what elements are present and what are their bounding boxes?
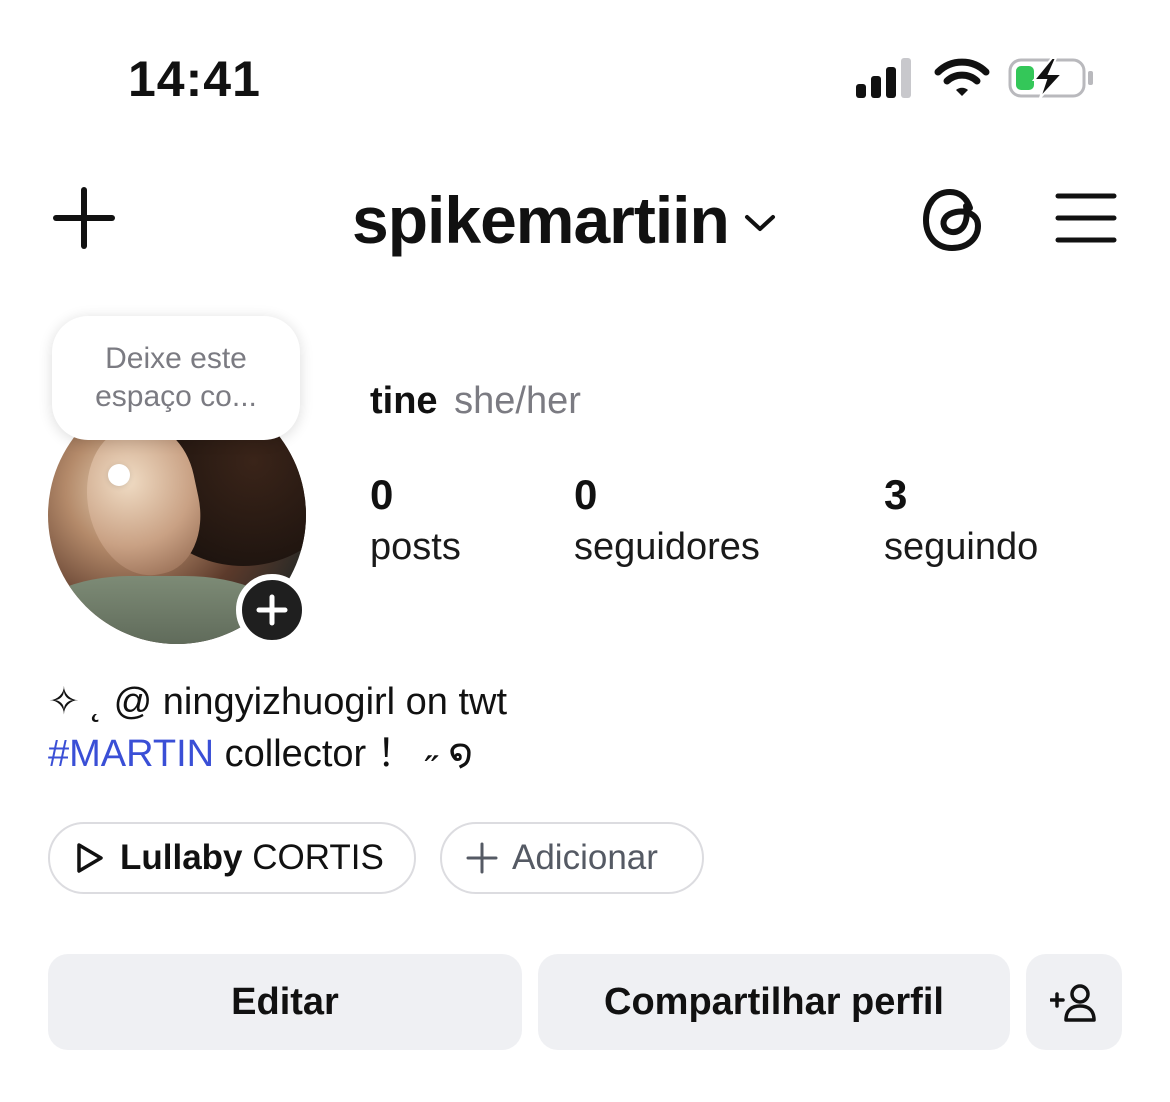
music-artist: CORTIS [252,838,384,877]
profile-bio: ✧ ˛ @ ningyizhuogirl on twt #MARTIN coll… [48,676,507,780]
stat-label: posts [370,526,461,568]
stat-value: 0 [574,471,598,518]
status-time: 14:41 [128,51,261,107]
profile-pronouns: she/her [454,380,581,422]
stat-posts[interactable]: 0 posts [370,470,461,574]
profile-name-line: tine she/her [370,380,581,423]
threads-icon[interactable] [920,186,988,254]
note-text-line2: espaço co... [95,380,257,413]
music-chip[interactable]: Lullaby CORTIS [48,822,416,894]
stat-value: 3 [884,471,908,518]
add-link-label: Adicionar [512,838,658,877]
note-text-line1: Deixe este [105,342,247,375]
bio-line1: ✧ ˛ @ ningyizhuogirl on twt [48,681,508,723]
battery-charging-icon [1008,57,1093,99]
music-title: Lullaby [120,838,243,877]
note-bubble-tail [108,464,130,486]
stat-value: 0 [370,471,394,518]
profile-name: tine [370,380,438,422]
menu-icon[interactable] [1054,190,1118,246]
bio-line2: collector ！ ˶ ໑ [214,733,473,775]
play-icon [77,843,103,873]
stat-following[interactable]: 3 seguindo [884,470,1038,574]
edit-profile-button[interactable]: Editar [48,954,522,1050]
add-story-button[interactable] [236,574,308,646]
share-profile-button[interactable]: Compartilhar perfil [538,954,1010,1050]
stat-label: seguidores [574,526,760,568]
wifi-icon [934,58,990,96]
bio-hashtag-link[interactable]: #MARTIN [48,733,214,775]
stat-followers[interactable]: 0 seguidores [574,470,760,574]
create-plus-icon[interactable] [52,186,116,250]
discover-people-button[interactable] [1026,954,1122,1050]
add-link-chip[interactable]: Adicionar [440,822,704,894]
plus-icon [256,594,288,626]
plus-icon [466,842,498,874]
cellular-signal-icon [856,58,911,98]
account-switcher[interactable]: spikemartiin [352,180,777,260]
note-bubble[interactable]: Deixe este espaço co... [52,316,300,440]
stat-label: seguindo [884,526,1039,568]
add-person-icon [1050,984,1096,1022]
chevron-down-icon [744,215,775,231]
profile-username: spikemartiin [352,183,730,257]
